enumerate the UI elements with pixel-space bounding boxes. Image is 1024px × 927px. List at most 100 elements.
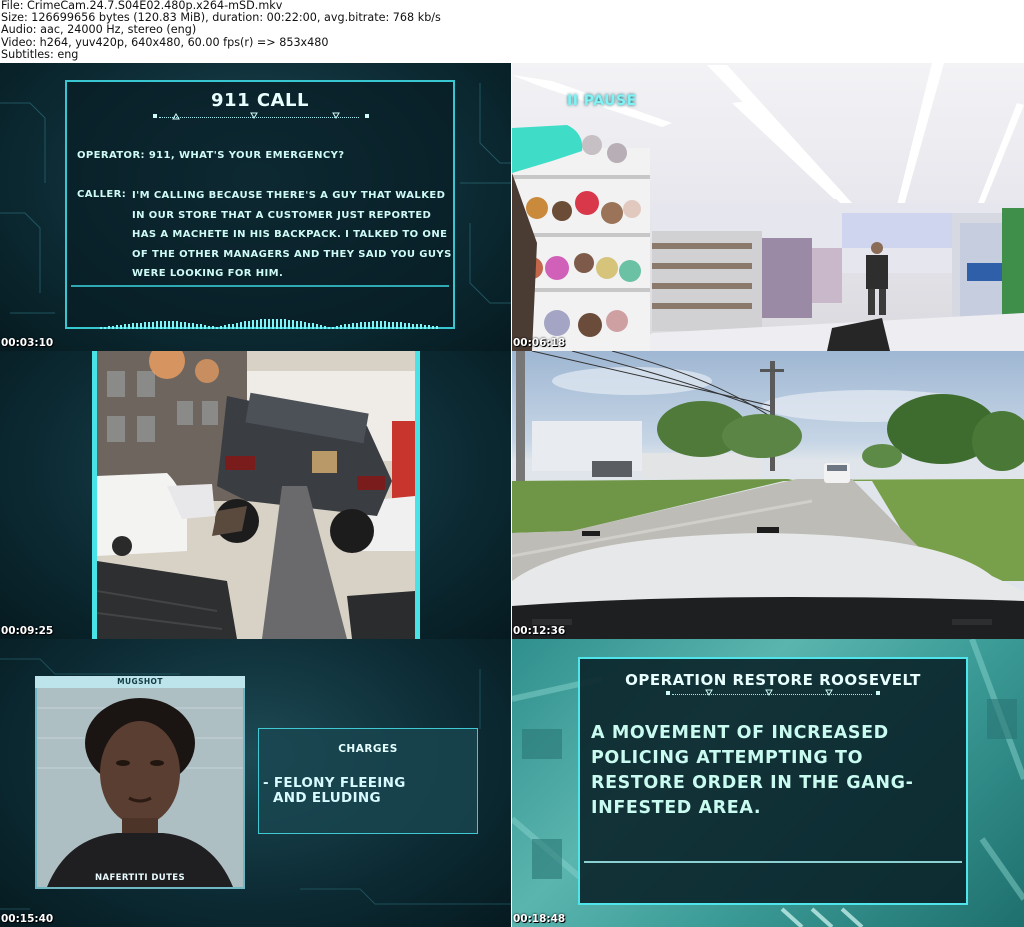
suspect-name: NAFERTITI DUTES [94, 873, 186, 883]
waveform-bar [192, 323, 194, 329]
waveform-bar [436, 326, 438, 329]
waveform-bar [244, 321, 246, 329]
timestamp: 00:12:36 [513, 625, 566, 637]
thumbnail-road-dashcam: 00:12:36 [512, 351, 1024, 639]
waveform-bar [236, 323, 238, 329]
thumbnail-tow-truck: 00:09:25 [0, 351, 511, 639]
waveform-bar [372, 321, 374, 329]
waveform-bar [200, 324, 202, 329]
waveform-bar [400, 322, 402, 329]
waveform-bar [116, 325, 118, 329]
waveform-bar [188, 323, 190, 329]
call-title: 911 CALL [211, 90, 309, 111]
timestamp: 00:03:10 [1, 337, 54, 349]
pause-overlay: II PAUSE [567, 93, 637, 109]
waveform-bar [172, 321, 174, 329]
waveform-bar [328, 327, 330, 329]
waveform-bar [132, 323, 134, 329]
waveform-bar [100, 327, 102, 329]
waveform-bar [376, 321, 378, 329]
waveform-bar [360, 322, 362, 329]
charges-title: CHARGES [338, 743, 398, 755]
mugshot-photo [37, 678, 243, 887]
waveform-bar [296, 321, 298, 329]
waveform-bar [284, 319, 286, 329]
thumbnail-operation-restore-roosevelt: OPERATION RESTORE ROOSEVELT A MOVEMENT O… [512, 639, 1024, 927]
waveform-bar [304, 322, 306, 329]
waveform-bar [184, 322, 186, 329]
waveform-bar [256, 320, 258, 329]
waveform-bar [264, 319, 266, 329]
waveform-bar [144, 322, 146, 329]
waveform-bar [416, 324, 418, 329]
waveform-bar [396, 322, 398, 329]
panel-bottom-rule [71, 285, 449, 287]
subtitles-info-line: Subtitles: eng [1, 47, 79, 61]
mugshot-label: MUGSHOT [35, 676, 245, 688]
caller-label: CALLER: [77, 189, 127, 200]
waveform-bar [120, 325, 122, 329]
divider-markers [153, 112, 369, 120]
audio-info-line: Audio: aac, 24000 Hz, stereo (eng) [1, 23, 197, 37]
waveform-bar [424, 325, 426, 329]
waveform-bar [344, 324, 346, 329]
waveform-bar [272, 319, 274, 329]
timestamp: 00:15:40 [1, 913, 54, 925]
waveform-bar [216, 327, 218, 329]
waveform-bar [316, 324, 318, 329]
tow-video-frame [92, 351, 420, 639]
mugshot-photo-frame [35, 676, 245, 889]
waveform-bar [248, 321, 250, 329]
waveform-bar [292, 320, 294, 329]
waveform-bar [168, 321, 170, 329]
waveform-bar [128, 324, 130, 329]
waveform-bar [308, 323, 310, 329]
caller-transcript: I'M CALLING BECAUSE THERE'S A GUY THAT W… [132, 190, 452, 280]
waveform-bar [220, 326, 222, 329]
waveform-bar [392, 322, 394, 329]
waveform-bar [428, 325, 430, 329]
waveform-bar [196, 324, 198, 329]
waveform-bar [320, 325, 322, 329]
waveform-bar [232, 324, 234, 329]
waveform-bar [164, 321, 166, 329]
thumbnail-mugshot: MUGSHOT NAFERTITI DUTES CHARGES - FELONY… [0, 639, 511, 927]
waveform-bar [152, 322, 154, 329]
waveform-bar [432, 326, 434, 329]
waveform-bar [212, 326, 214, 329]
road-scene [512, 351, 1024, 639]
waveform-bar [412, 324, 414, 329]
waveform-bar [420, 324, 422, 329]
waveform-bar [204, 325, 206, 329]
waveform-bar [228, 324, 230, 329]
audio-waveform [100, 315, 440, 329]
waveform-bar [312, 323, 314, 329]
waveform-bar [352, 323, 354, 329]
waveform-bar [208, 326, 210, 329]
divider-markers [666, 689, 880, 696]
waveform-bar [340, 325, 342, 329]
waveform-bar [252, 320, 254, 329]
waveform-bar [380, 321, 382, 329]
tow-scene [97, 351, 415, 639]
waveform-bar [108, 326, 110, 329]
waveform-bar [156, 321, 158, 329]
video-info-line: Video: h264, yuv420p, 640x480, 60.00 fps… [1, 35, 329, 49]
waveform-bar [356, 323, 358, 329]
waveform-bar [368, 322, 370, 329]
operator-line: OPERATOR: 911, WHAT'S YOUR EMERGENCY? [77, 150, 345, 161]
operation-panel: OPERATION RESTORE ROOSEVELT A MOVEMENT O… [578, 657, 968, 905]
thumbnail-store-bodycam: II PAUSE 00:06:18 [512, 63, 1024, 351]
waveform-bar [148, 322, 150, 329]
operation-description: A MOVEMENT OF INCREASED POLICING ATTEMPT… [591, 723, 914, 818]
panel-bottom-rule [584, 861, 962, 863]
waveform-bar [112, 326, 114, 329]
waveform-bar [276, 319, 278, 329]
waveform-bar [288, 320, 290, 329]
waveform-bar [176, 321, 178, 329]
waveform-bar [388, 322, 390, 329]
waveform-bar [104, 327, 106, 329]
waveform-bar [384, 321, 386, 329]
waveform-bar [324, 326, 326, 329]
file-info-header: File: CrimeCam.24.7.S04E02.480p.x264-mSD… [1, 0, 1021, 62]
